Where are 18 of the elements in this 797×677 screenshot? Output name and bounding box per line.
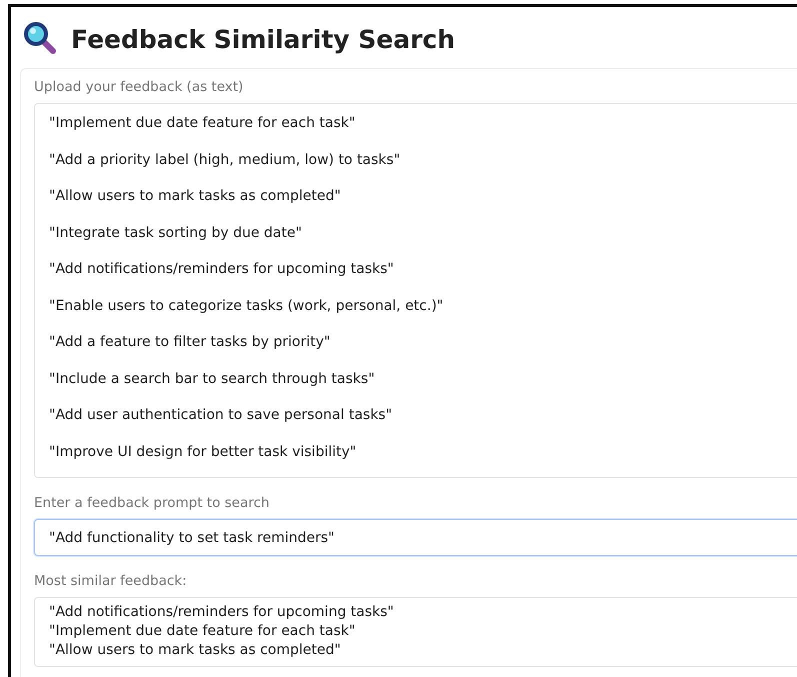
result-line: "Implement due date feature for each task" — [49, 622, 356, 641]
field-label: Upload your feedback (as text) — [34, 79, 244, 95]
feedback-line: "Improve UI design for better task visibility" — [49, 442, 358, 462]
result-line: "Add notifications/reminders for upcoming tasks" — [49, 603, 395, 622]
feedback-line: "Allow users to mark tasks as completed" — [49, 187, 342, 206]
prompt-input[interactable]: "Add functionality to set task reminders" — [34, 519, 797, 556]
result-line: "Allow users to mark tasks as completed" — [49, 641, 342, 660]
feedback-line: "Add a priority label (high, medium, low) to tasks" — [49, 150, 402, 170]
app-title: Feedback Similarity Search — [71, 24, 456, 54]
feedback-line: "Include a search bar to search through tasks" — [49, 370, 376, 388]
feedback-line: "Add user authentication to save personal tasks" — [49, 406, 394, 425]
feedback-line: "Integrate task sorting by due date" — [49, 224, 303, 242]
feedback-line: "Enable users to categorize tasks (work, personal, etc.)" — [49, 296, 444, 316]
feedback-line: "Implement due date feature for each task" — [49, 114, 356, 133]
feedback-line: "Add a feature to filter tasks by priority" — [49, 333, 332, 352]
field-label: Enter a feedback prompt to search — [34, 495, 270, 511]
field-label: Most similar feedback: — [34, 573, 188, 589]
feedback-line: "Add notifications/reminders for upcoming tasks" — [49, 260, 395, 279]
